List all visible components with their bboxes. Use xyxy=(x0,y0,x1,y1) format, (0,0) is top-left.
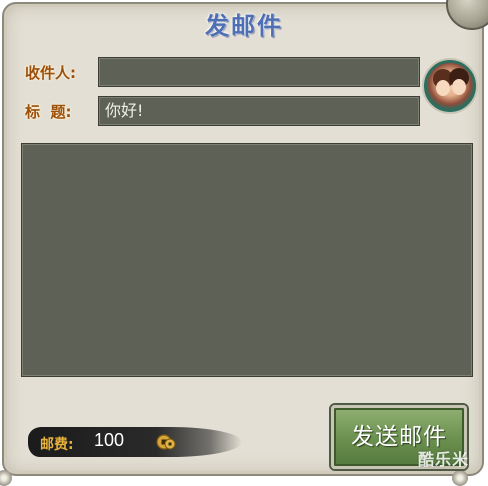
postage-fee-bar: 邮费: 100 xyxy=(28,423,248,463)
recipient-input[interactable] xyxy=(98,57,420,87)
coin-icon xyxy=(156,434,176,450)
postage-label: 邮费: xyxy=(40,437,74,453)
subject-input[interactable]: 你好! xyxy=(98,96,420,126)
avatar-face-left xyxy=(436,80,450,96)
friends-avatar-button[interactable] xyxy=(424,60,476,112)
subject-label-text: 标 题: xyxy=(25,103,72,121)
mail-body-textarea[interactable] xyxy=(21,143,473,377)
postage-value: 100 xyxy=(94,430,125,450)
dialog-title: 发邮件 xyxy=(205,11,283,40)
corner-ornament-bottom-right xyxy=(452,470,468,486)
recipient-label: 收件人: xyxy=(25,64,76,82)
watermark-text: 酷乐米 xyxy=(418,450,470,469)
corner-ornament-bottom-left xyxy=(0,470,12,486)
avatar-face-right xyxy=(452,79,466,95)
subject-label: 标 题: xyxy=(25,101,71,122)
